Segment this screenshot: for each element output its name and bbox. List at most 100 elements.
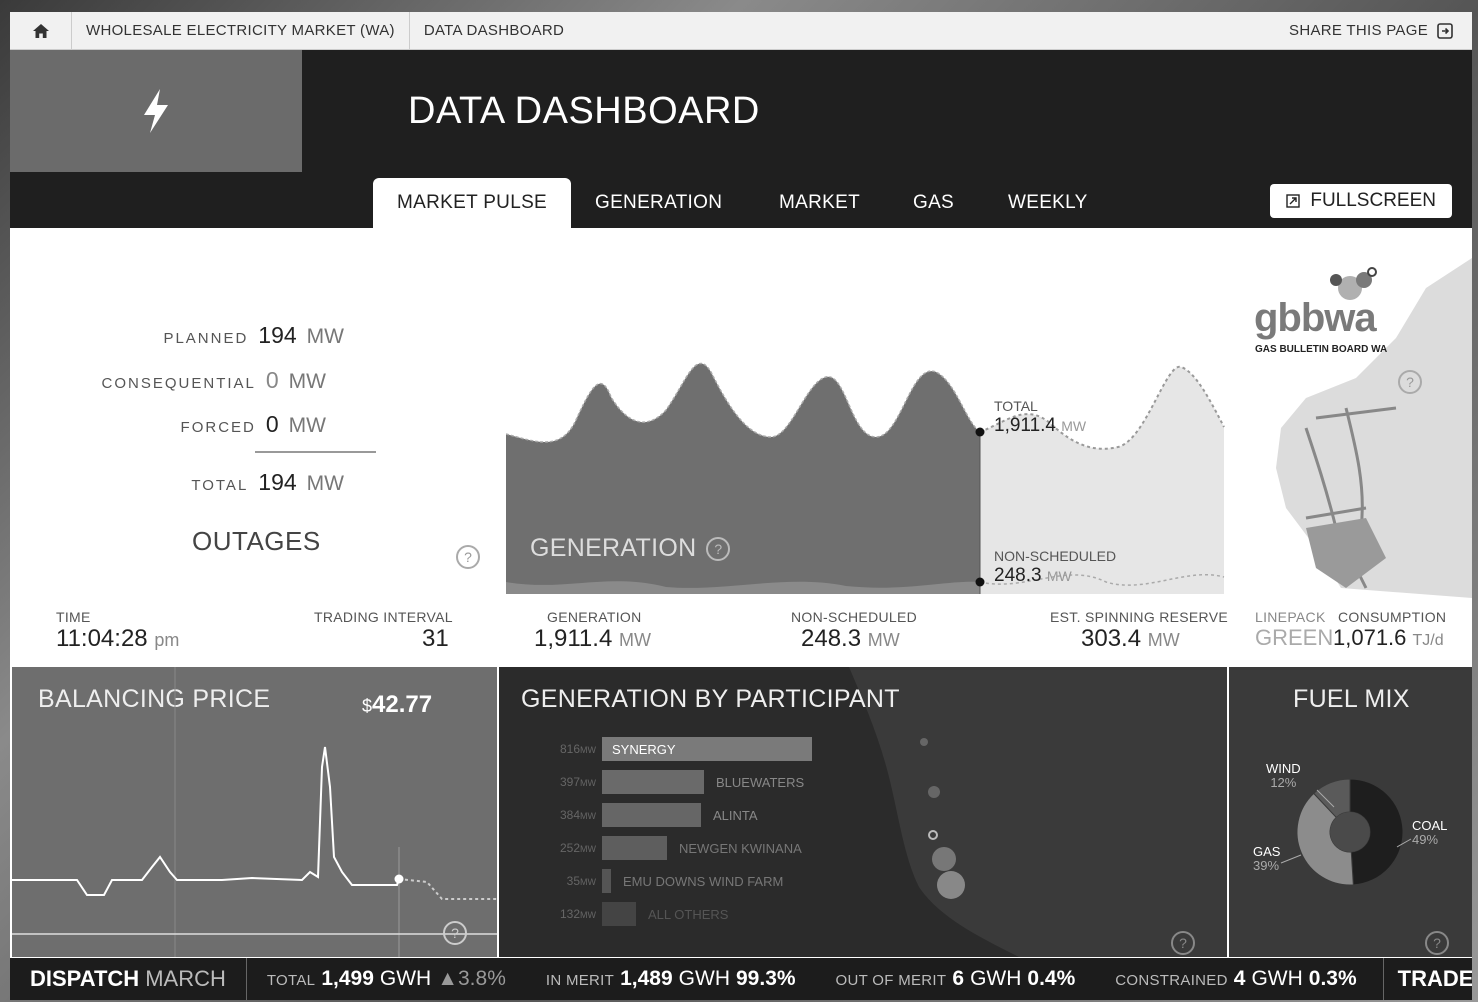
time-value: 11:04:28 [56,625,148,652]
total-label: TOTAL [994,398,1038,414]
consumption-readout: 1,071.6 TJ/d [1333,625,1444,651]
generation-stat-readout: 1,911.4 MW [534,625,651,653]
ticker-in-merit-unit: GWH [678,967,730,990]
participant-value: 35MW [566,874,596,888]
share-button[interactable]: SHARE THIS PAGE [1289,22,1472,40]
nonsched-readout: 248.3 MW [994,565,1072,587]
fuel-mix-help-icon[interactable]: ? [1425,931,1449,955]
gbb-logo-bubble-3 [1330,274,1342,286]
fuel-mix-pie [1296,778,1404,886]
nonsched-stat-label: NON-SCHEDULED [791,609,918,625]
linepack-value: GREEN [1255,625,1334,650]
ticker-constrained-value: 4 [1233,967,1246,990]
plant-marker-5 [937,871,965,899]
nonsched-label: NON-SCHEDULED [994,548,1117,564]
share-icon [1437,22,1453,39]
home-icon[interactable] [10,12,72,50]
outage-planned-unit: MW [306,325,344,348]
total-value: 1,911.4 [994,415,1056,436]
nonsched-marker [975,577,985,587]
outage-forced-value: 0 [265,411,279,437]
participant-name: NEWGEN KWINANA [679,841,802,856]
generation-stat-unit: MW [618,630,651,650]
participant-help-icon[interactable]: ? [1171,931,1195,955]
participant-bar[interactable] [602,803,701,827]
breadcrumb-page: DATA DASHBOARD [423,22,565,39]
participant-bar[interactable] [602,869,611,893]
fuel-mix-panel: FUEL MIX WIND 12% COAL 49% GAS 39% ? [1229,667,1472,957]
participant-bar[interactable] [602,902,636,926]
outage-forced-unit: MW [288,414,326,437]
ticker-out-merit-label: OUT OF MERIT [835,972,947,989]
participant-value: 252MW [559,841,596,855]
ticker-total-value: 1,499 [321,967,374,990]
ticker-in-merit-label: IN MERIT [545,972,615,989]
spinning-reserve-unit: MW [1147,630,1180,650]
time-unit: pm [154,630,180,650]
generation-help-icon[interactable]: ? [706,536,731,561]
gbb-help-icon[interactable]: ? [1398,370,1422,394]
outage-forced-label: FORCED [180,419,256,436]
ticker-total-unit: GWH [379,967,432,990]
participant-bar[interactable] [602,770,704,794]
outage-total: TOTAL 194 MW [191,469,344,496]
gas-pct: 39% [1253,858,1280,873]
participant-value: 397MW [559,775,596,789]
coal-pct: 49% [1412,832,1439,847]
tab-market[interactable]: MARKET [755,178,884,228]
ticker-constrained: CONSTRAINED 4 GWH 0.3% [1095,967,1376,991]
tab-gas[interactable]: GAS [889,178,978,228]
generation-chart: GENERATION ? TOTAL 1,911.4 MW NON-SCHEDU… [505,342,1226,594]
outage-consequential-value: 0 [265,367,279,393]
consumption-label: CONSUMPTION [1338,609,1447,625]
participant-name: EMU DOWNS WIND FARM [623,874,784,889]
price-line [12,746,400,896]
ticker-in-merit-value: 1,489 [620,967,673,990]
sw-coast-landmass [849,667,1227,957]
ticker-trade-volume: TRADE VOLU [1382,958,1472,1000]
participant-title: GENERATION BY PARTICIPANT [521,685,900,713]
generation-stat-value: 1,911.4 [534,625,613,652]
gas-label: GAS 39% [1253,845,1280,873]
outages-help-icon[interactable]: ? [456,545,480,569]
logo [10,50,302,172]
outage-consequential-label: CONSEQUENTIAL [101,375,256,392]
total-unit: MW [1061,418,1087,434]
ticker-total-label: TOTAL [266,972,316,989]
tab-generation[interactable]: GENERATION [571,178,746,228]
ticker-constrained-unit: GWH [1251,967,1303,990]
balancing-help-icon[interactable]: ? [443,921,467,945]
participant-name: SYNERGY [612,742,676,757]
linepack-label: LINEPACK [1255,609,1326,625]
wind-name: WIND [1266,761,1301,776]
price-forecast-line [398,878,497,900]
outage-total-unit: MW [306,472,344,495]
outage-total-label: TOTAL [191,477,249,494]
breadcrumb-site[interactable]: WHOLESALE ELECTRICITY MARKET (WA) [72,12,410,50]
participant-bar[interactable] [602,836,667,860]
fullscreen-label: FULLSCREEN [1310,190,1436,211]
gbb-map-panel[interactable]: gbbwa GAS BULLETIN BOARD WA ? [1246,228,1472,598]
ticker-in-merit: IN MERIT 1,489 GWH 99.3% [526,967,816,991]
wind-pct: 12% [1270,775,1297,790]
generation-stat-label: GENERATION [547,609,642,625]
tab-bar: MARKET PULSE GENERATION MARKET GAS WEEKL… [10,172,1472,228]
participant-value: 132MW [559,907,596,921]
generation-chart-label: GENERATION ? [530,534,731,563]
plant-marker-4 [932,847,956,871]
ticker-out-merit: OUT OF MERIT 6 GWH 0.4% [816,967,1096,991]
wa-map [1276,258,1472,598]
nonsched-stat-readout: 248.3 MW [801,625,900,653]
nonsched-stat-value: 248.3 [801,625,862,652]
tab-weekly[interactable]: WEEKLY [984,178,1112,228]
fuel-donut-hole [1330,812,1370,852]
coal-name: COAL [1412,818,1448,833]
dispatch-month-label: MARCH [145,966,226,991]
fullscreen-button[interactable]: FULLSCREEN [1270,184,1452,218]
tab-market-pulse[interactable]: MARKET PULSE [373,178,572,228]
trading-interval-value: 31 [422,625,449,652]
spinning-reserve-readout: 303.4 MW [1081,625,1180,653]
ticker-constrained-pct: 0.3% [1308,967,1357,990]
ticker-out-merit-value: 6 [952,967,965,990]
outage-consequential: CONSEQUENTIAL 0 MW [102,367,326,394]
